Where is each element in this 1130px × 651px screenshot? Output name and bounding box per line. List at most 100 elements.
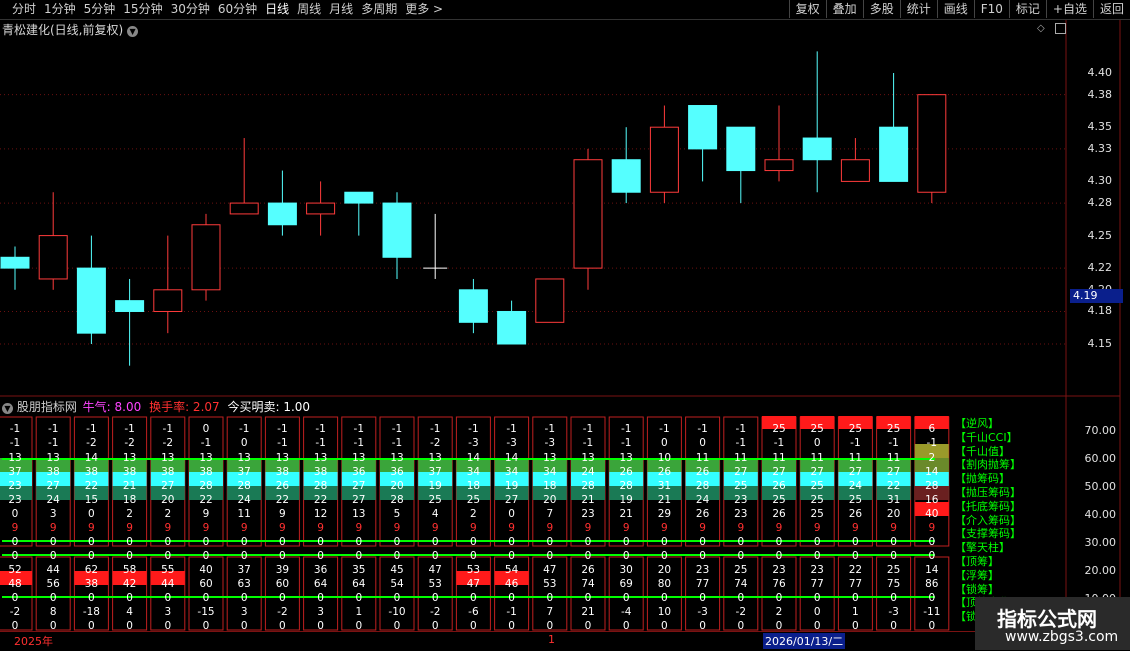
- row-value: 3: [164, 606, 171, 618]
- row-value: 13: [620, 452, 633, 464]
- row-value: -1: [888, 437, 898, 449]
- row-value: 38: [314, 466, 327, 478]
- period-tab-1[interactable]: 1分钟: [40, 0, 80, 18]
- period-tab-9[interactable]: 多周期: [357, 0, 401, 18]
- row-value: 0: [699, 550, 706, 562]
- period-tab-4[interactable]: 30分钟: [167, 0, 214, 18]
- tool-button-6[interactable]: 标记: [1008, 0, 1046, 18]
- row-value: 9: [737, 522, 744, 534]
- row-value: 25: [467, 494, 480, 506]
- tool-button-4[interactable]: 画线: [936, 0, 974, 18]
- row-value: 26: [658, 466, 672, 478]
- row-value: 20: [887, 508, 900, 520]
- row-value: 58: [123, 564, 136, 576]
- row-value: -1: [621, 423, 631, 435]
- tool-button-5[interactable]: F10: [973, 0, 1009, 18]
- chevron-down-icon[interactable]: ▼: [127, 26, 139, 37]
- row-value: 21: [123, 480, 136, 492]
- period-tab-6[interactable]: 日线: [261, 0, 293, 18]
- period-tab-8[interactable]: 月线: [325, 0, 357, 18]
- candle-body: [764, 159, 794, 172]
- row-value: 0: [164, 550, 171, 562]
- row-value: 36: [390, 466, 404, 478]
- tool-button-0[interactable]: 复权: [788, 0, 826, 18]
- row-value: 35: [352, 564, 365, 576]
- row-value: 14: [925, 466, 939, 478]
- row-value: 22: [887, 480, 900, 492]
- row-value: -1: [239, 423, 249, 435]
- period-tab-10[interactable]: 更多 >: [401, 0, 447, 18]
- diamond-icon[interactable]: ◇: [1037, 23, 1045, 34]
- row-value: 24: [47, 494, 61, 506]
- row-value: 74: [734, 578, 748, 590]
- row-value: 0: [585, 592, 592, 604]
- period-toolbar: 分时 1分钟 5分钟 15分钟 30分钟 60分钟 日线 周线 月线 多周期 更多 > 复权 叠加 多股…: [0, 0, 1130, 20]
- tool-button-7[interactable]: +自选: [1045, 0, 1093, 18]
- row-value: 26: [581, 564, 595, 576]
- period-tab-0[interactable]: 分时: [8, 0, 40, 18]
- row-value: 0: [928, 536, 935, 548]
- row-value: 47: [543, 564, 556, 576]
- row-value: 7: [546, 508, 553, 520]
- row-value: -1: [10, 423, 20, 435]
- period-tab-7[interactable]: 周线: [293, 0, 325, 18]
- row-value: 0: [164, 592, 171, 604]
- row-value: -1: [277, 423, 287, 435]
- row-value: 0: [508, 508, 515, 520]
- row-value: 36: [314, 564, 328, 576]
- row-value: 0: [317, 592, 324, 604]
- row-value: 26: [772, 480, 786, 492]
- row-value: 9: [88, 522, 95, 534]
- row-value: 14: [925, 564, 939, 576]
- row-value: 38: [85, 466, 98, 478]
- period-tab-2[interactable]: 5分钟: [80, 0, 120, 18]
- candle-body: [917, 94, 947, 193]
- tool-button-1[interactable]: 叠加: [825, 0, 863, 18]
- row-value: 53: [543, 578, 556, 590]
- row-value: 13: [390, 452, 403, 464]
- row-value: 11: [696, 452, 709, 464]
- row-value: -1: [927, 437, 937, 449]
- turnover-label: 换手率: 2.07: [149, 400, 220, 414]
- row-value: 0: [88, 592, 95, 604]
- row-value: 64: [352, 578, 366, 590]
- row-value: -1: [10, 437, 20, 449]
- row-value: -3: [468, 437, 478, 449]
- candle-body: [649, 126, 679, 193]
- period-tab-3[interactable]: 15分钟: [119, 0, 166, 18]
- chevron-down-icon[interactable]: ▼: [2, 403, 13, 414]
- niuqi-label: 牛气: 8.00: [82, 400, 142, 414]
- window-restore-icon[interactable]: [1055, 23, 1066, 34]
- sub-chart-header: ▼ 股朋指标网 牛气: 8.00 换手率: 2.07 今买明卖: 1.00: [2, 398, 310, 415]
- row-value: 25: [734, 564, 747, 576]
- row-value: 0: [776, 536, 783, 548]
- row-value: 9: [50, 522, 57, 534]
- row-value: 23: [734, 494, 747, 506]
- row-value: 77: [696, 578, 709, 590]
- row-value: 63: [238, 578, 251, 590]
- row-value: 62: [85, 564, 98, 576]
- tool-button-3[interactable]: 统计: [899, 0, 937, 18]
- main-chart-title[interactable]: 青松建化(日线,前复权) ▼: [2, 21, 139, 38]
- row-value: 64: [314, 578, 328, 590]
- row-value: 34: [467, 466, 481, 478]
- row-value: 28: [390, 494, 403, 506]
- row-value: -2: [124, 437, 134, 449]
- row-value: -1: [124, 423, 134, 435]
- row-value: 0: [546, 536, 553, 548]
- row-value: 25: [772, 423, 785, 435]
- indicator-name[interactable]: 股朋指标网: [17, 400, 77, 414]
- row-value: 9: [890, 522, 897, 534]
- period-tab-5[interactable]: 60分钟: [214, 0, 261, 18]
- tool-button-2[interactable]: 多股: [862, 0, 900, 18]
- tool-button-8[interactable]: 返回: [1092, 0, 1130, 18]
- row-value: 30: [620, 564, 633, 576]
- row-value: 13: [123, 452, 136, 464]
- row-value: -2: [86, 437, 96, 449]
- row-value: -1: [736, 423, 746, 435]
- row-value: 0: [355, 592, 362, 604]
- row-value: 0: [355, 536, 362, 548]
- row-value: 0: [317, 536, 324, 548]
- row-value: 53: [429, 578, 442, 590]
- row-value: 23: [696, 564, 709, 576]
